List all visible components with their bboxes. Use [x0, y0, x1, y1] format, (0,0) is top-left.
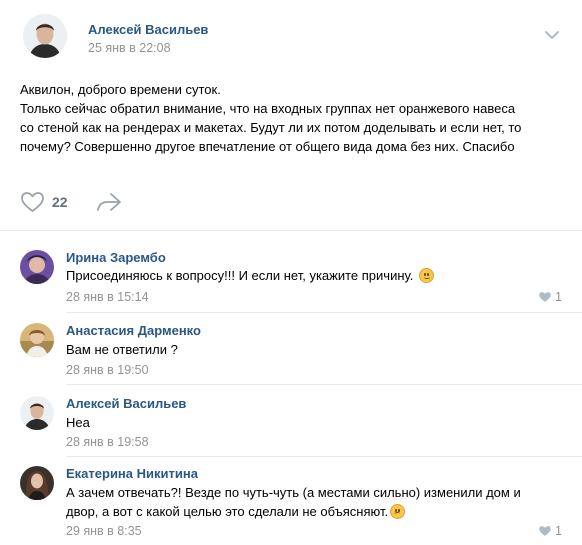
- post-text-line: со стеной как на рендерах и макетах. Буд…: [20, 120, 522, 135]
- post-author-name[interactable]: Алексей Васильев: [88, 22, 208, 37]
- divider: [0, 230, 582, 231]
- post-text-line: почему? Совершенно другое впечатление от…: [20, 139, 515, 154]
- post-text-line: Аквилон, доброго времени суток.: [20, 82, 221, 97]
- comment-date[interactable]: 28 янв в 19:58: [66, 435, 149, 449]
- comment-like-count: 1: [555, 524, 562, 538]
- comment-date[interactable]: 28 янв в 19:50: [66, 363, 149, 377]
- comment-text-line: Неа: [66, 415, 90, 430]
- comment-text-line: Присоединяюсь к вопросу!!! И если нет, у…: [66, 268, 414, 283]
- comment-author-name[interactable]: Алексей Васильев: [66, 396, 186, 411]
- comment-author-name[interactable]: Ирина Зарембо: [66, 250, 166, 265]
- comment-like-button[interactable]: 1: [538, 524, 562, 538]
- confused-face-emoji: [390, 504, 406, 519]
- like-button[interactable]: 22: [20, 190, 68, 214]
- comment-text: Вам не ответили ?: [66, 340, 178, 359]
- heart-icon: [539, 526, 551, 536]
- comment-like-button[interactable]: 1: [538, 290, 562, 304]
- comment-avatar[interactable]: [20, 250, 54, 284]
- comment-text-line: Вам не ответили ?: [66, 342, 178, 357]
- comment-author-name[interactable]: Екатерина Никитина: [66, 466, 198, 481]
- like-count: 22: [52, 194, 68, 210]
- post-text-line: Только сейчас обратил внимание, что на в…: [20, 101, 516, 116]
- divider: [66, 456, 582, 457]
- post-date[interactable]: 25 янв в 22:08: [88, 41, 171, 55]
- heart-icon: [20, 191, 45, 213]
- comment-date[interactable]: 29 янв в 8:35: [66, 524, 142, 538]
- post-author-avatar[interactable]: [23, 14, 67, 58]
- chevron-down-icon[interactable]: [544, 27, 560, 45]
- comment-avatar[interactable]: [20, 466, 54, 500]
- comment-text-line: А зачем отвечать?! Везде по чуть-чуть (а…: [66, 485, 521, 500]
- comment-text: Неа: [66, 413, 90, 432]
- comment-text: Присоединяюсь к вопросу!!! И если нет, у…: [66, 266, 556, 285]
- comment-avatar[interactable]: [20, 323, 54, 357]
- sad-face-emoji: [418, 268, 434, 283]
- comment-text: А зачем отвечать?! Везде по чуть-чуть (а…: [66, 483, 566, 521]
- share-arrow-icon[interactable]: [96, 192, 122, 217]
- comment-date[interactable]: 28 янв в 15:14: [66, 290, 149, 304]
- divider: [66, 384, 582, 385]
- comment-author-name[interactable]: Анастасия Дарменко: [66, 323, 201, 338]
- heart-icon: [539, 292, 551, 302]
- comment-avatar[interactable]: [20, 396, 54, 430]
- divider: [66, 312, 582, 313]
- comment-like-count: 1: [555, 290, 562, 304]
- post-text: Аквилон, доброго времени суток. Только с…: [20, 80, 570, 156]
- comment-text-line: двор, а вот с какой целью это сделали не…: [66, 502, 566, 521]
